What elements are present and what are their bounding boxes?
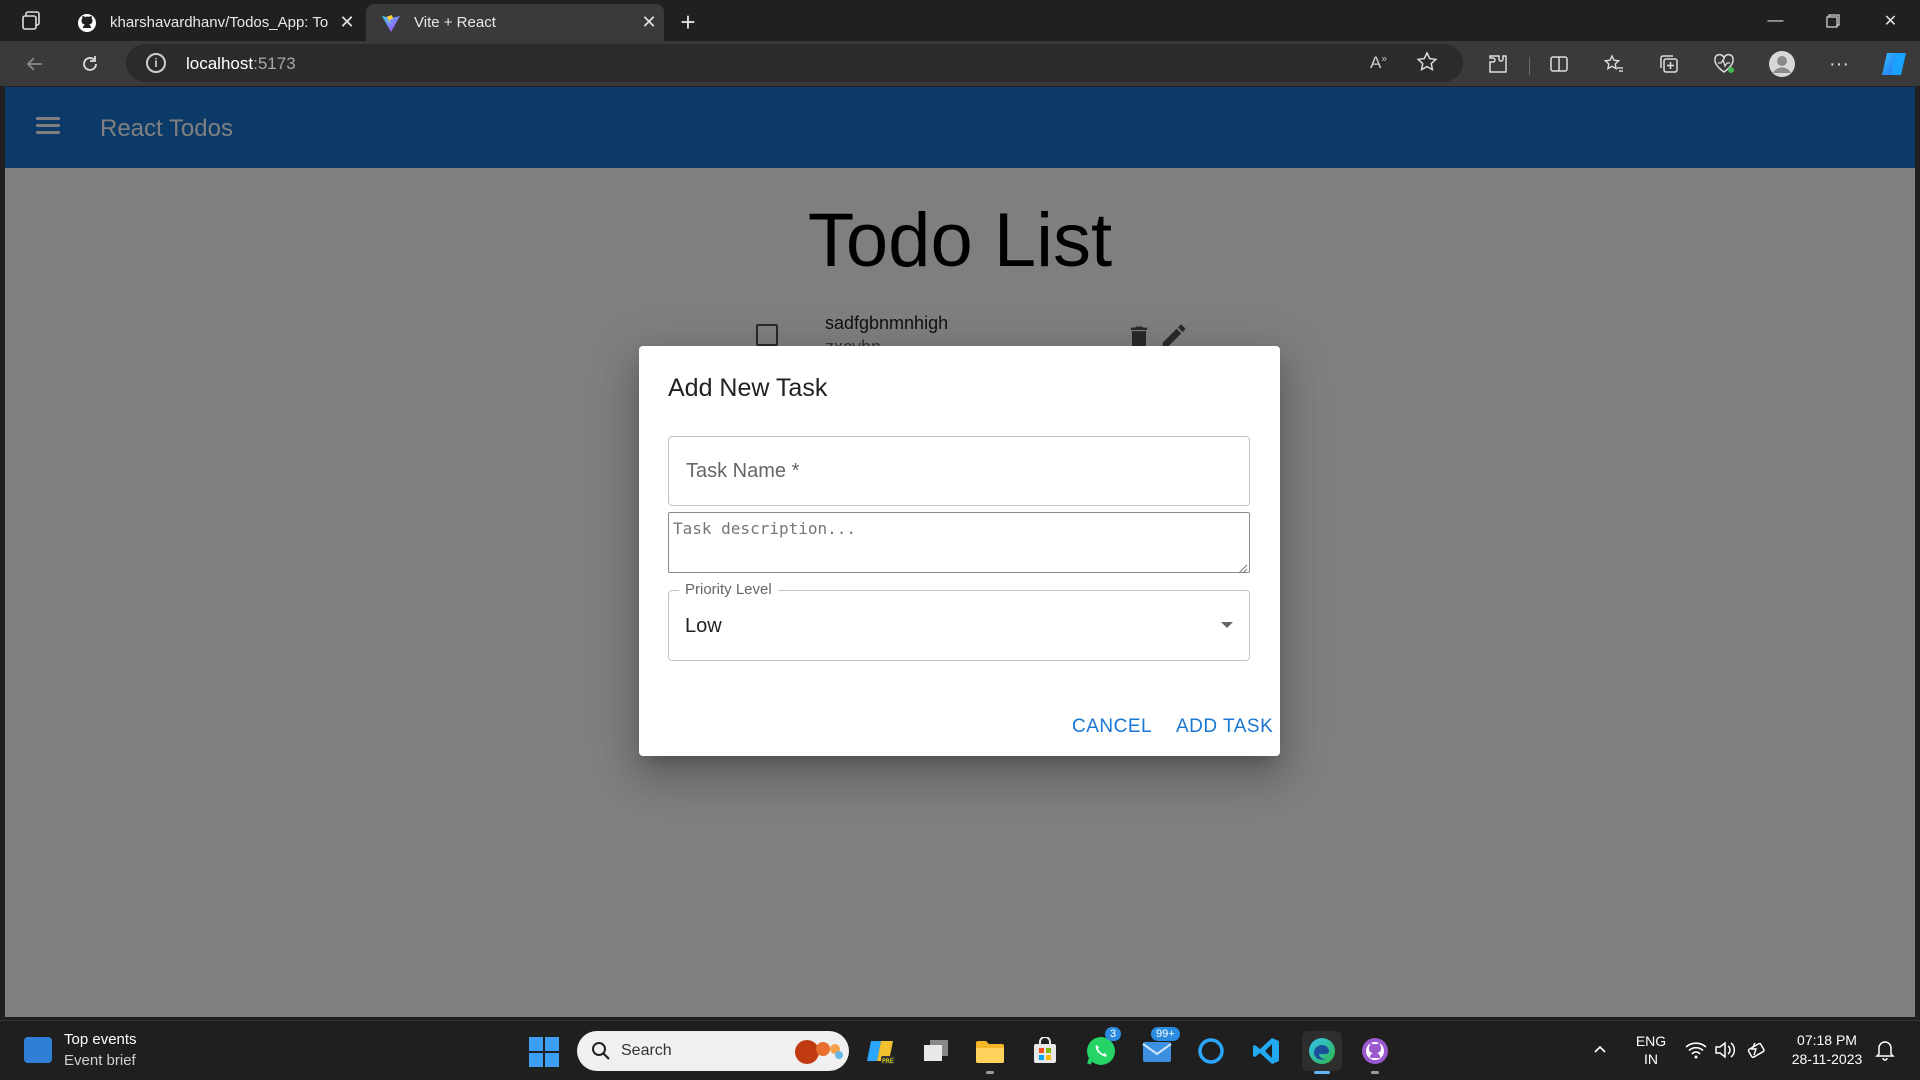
task-view-icon[interactable] <box>918 1033 954 1069</box>
back-icon[interactable] <box>18 47 52 81</box>
add-task-button[interactable]: ADD TASK <box>1176 716 1273 738</box>
restore-icon[interactable] <box>1804 0 1861 41</box>
vite-icon <box>380 12 402 34</box>
minimize-icon[interactable]: — <box>1747 0 1804 41</box>
cortana-icon[interactable] <box>1193 1033 1229 1069</box>
language-code: ENG <box>1635 1033 1667 1049</box>
widget-subtitle[interactable]: Event brief <box>64 1052 136 1069</box>
tab-title: kharshavardhanv/Todos_App: To <box>110 14 329 31</box>
dropdown-arrow-icon[interactable] <box>1221 622 1233 628</box>
add-task-dialog: Add New Task Task Name * Task descriptio… <box>639 346 1280 756</box>
url-text[interactable]: localhost:5173 <box>186 54 296 74</box>
priority-value: Low <box>685 615 722 637</box>
address-bar[interactable]: i localhost:5173 A» <box>126 44 1463 82</box>
clock-date: 28-11-2023 <box>1791 1051 1863 1067</box>
widgets-icon[interactable] <box>24 1037 52 1063</box>
search-icon <box>591 1041 611 1066</box>
volume-icon[interactable] <box>1714 1040 1736 1065</box>
file-explorer-icon[interactable] <box>972 1033 1008 1074</box>
url-host: localhost <box>186 54 254 73</box>
mail-icon[interactable]: 99+ <box>1139 1027 1180 1069</box>
site-info-icon[interactable]: i <box>146 53 166 73</box>
show-hidden-icons-chevron-icon[interactable] <box>1592 1041 1608 1062</box>
battery-icon[interactable] <box>1745 1039 1767 1066</box>
priority-label: Priority Level <box>679 581 778 598</box>
task-description-placeholder: Task description... <box>673 519 857 538</box>
whatsapp-badge: 3 <box>1105 1027 1122 1041</box>
start-icon[interactable] <box>529 1037 559 1067</box>
tab-github[interactable]: kharshavardhanv/Todos_App: To ✕ <box>62 4 362 41</box>
collections-icon[interactable] <box>1652 47 1686 81</box>
notification-bell-icon[interactable] <box>1875 1039 1895 1066</box>
profile-avatar[interactable] <box>1765 47 1799 81</box>
copilot-icon[interactable] <box>1877 47 1911 81</box>
close-tab-icon[interactable]: ✕ <box>332 12 362 33</box>
store-icon[interactable] <box>1027 1033 1063 1069</box>
copilot-app-icon[interactable]: PRE <box>863 1033 899 1069</box>
clock[interactable]: 07:18 PM 28-11-2023 <box>1780 1032 1874 1067</box>
active-indicator <box>1314 1071 1330 1074</box>
task-name-placeholder: Task Name * <box>686 460 800 482</box>
close-window-icon[interactable]: ✕ <box>1862 0 1919 41</box>
toolbar-separator <box>1529 57 1530 75</box>
search-label: Search <box>621 1042 672 1059</box>
browser-essentials-icon[interactable] <box>1707 47 1741 81</box>
workspaces-icon[interactable] <box>20 9 44 33</box>
taskbar: Top events Event brief Search PRE 3 99+ <box>0 1020 1920 1080</box>
clock-time: 07:18 PM <box>1797 1032 1857 1048</box>
more-options-icon[interactable]: ··· <box>1822 47 1856 81</box>
read-aloud-icon[interactable]: A» <box>1370 53 1387 73</box>
close-tab-icon[interactable]: ✕ <box>634 12 664 33</box>
svg-text:PRE: PRE <box>882 1058 894 1065</box>
widget-title[interactable]: Top events <box>64 1031 137 1048</box>
task-description-textarea[interactable]: Task description... <box>668 512 1250 574</box>
running-indicator <box>986 1071 994 1074</box>
reload-icon[interactable] <box>73 47 107 81</box>
split-screen-icon[interactable] <box>1542 47 1576 81</box>
url-port: :5173 <box>253 54 296 73</box>
whatsapp-icon[interactable]: 3 <box>1083 1027 1122 1069</box>
github-desktop-icon[interactable] <box>1357 1033 1393 1074</box>
new-tab-button[interactable]: + <box>671 6 705 40</box>
task-name-input[interactable]: Task Name * <box>668 436 1250 506</box>
favorites-icon[interactable] <box>1597 47 1631 81</box>
wifi-icon[interactable] <box>1685 1041 1707 1064</box>
region-code: IN <box>1644 1051 1658 1067</box>
web-page: React Todos Todo List sadfgbnmnhigh zxcv… <box>5 87 1915 1017</box>
tab-vite-react[interactable]: Vite + React ✕ <box>366 4 664 41</box>
resize-handle-icon[interactable] <box>1238 561 1248 574</box>
vscode-icon[interactable] <box>1248 1033 1284 1069</box>
running-indicator <box>1371 1071 1379 1074</box>
language-indicator[interactable]: ENG IN <box>1628 1033 1674 1067</box>
taskbar-search[interactable]: Search <box>577 1031 849 1071</box>
github-icon <box>76 12 98 34</box>
priority-select[interactable]: Priority Level Low <box>668 581 1250 661</box>
mail-badge: 99+ <box>1151 1027 1180 1041</box>
search-highlight-icon <box>791 1037 845 1070</box>
dialog-title: Add New Task <box>668 374 828 402</box>
tab-title: Vite + React <box>414 14 496 31</box>
cancel-button[interactable]: CANCEL <box>1072 716 1152 738</box>
extensions-icon[interactable] <box>1481 47 1515 81</box>
navigation-bar: i localhost:5173 A» ··· <box>0 41 1920 86</box>
edge-icon[interactable] <box>1302 1031 1342 1074</box>
tab-strip: kharshavardhanv/Todos_App: To ✕ Vite + R… <box>0 0 1920 41</box>
favorite-star-icon[interactable] <box>1415 50 1439 79</box>
